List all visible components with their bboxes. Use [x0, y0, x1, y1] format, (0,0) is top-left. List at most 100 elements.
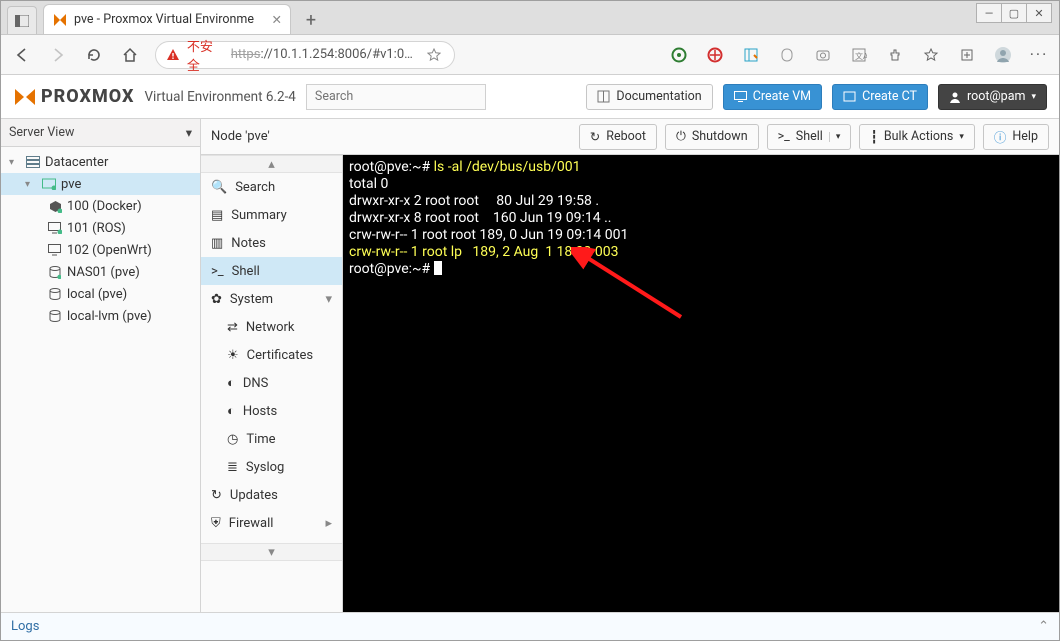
- shell-dropdown-button[interactable]: >_Shell▾: [767, 124, 852, 150]
- forward-button[interactable]: [47, 44, 69, 66]
- menu-notes[interactable]: ▥Notes: [201, 229, 342, 257]
- tree-node-pve[interactable]: ▾ pve: [1, 173, 200, 195]
- chevron-up-icon: [268, 157, 275, 172]
- profile-icon[interactable]: [993, 45, 1013, 65]
- menu-syslog[interactable]: ≣Syslog: [201, 453, 342, 481]
- ext-icon-2[interactable]: [705, 45, 725, 65]
- window-maximize-button[interactable]: ▢: [1001, 3, 1027, 23]
- search-icon: 🔍: [211, 180, 227, 195]
- shell-terminal[interactable]: root@pve:~# ls -al /dev/bus/usb/001 tota…: [343, 155, 1059, 612]
- clock-icon: ◷: [227, 432, 238, 447]
- menu-certificates[interactable]: ☀Certificates: [201, 341, 342, 369]
- globe-icon: ◐: [227, 403, 235, 419]
- bookmark-star-icon[interactable]: [424, 44, 444, 66]
- help-button[interactable]: ⓘHelp: [983, 124, 1049, 150]
- cube-icon: [47, 198, 63, 214]
- refresh-icon: ↻: [211, 488, 222, 503]
- reload-button[interactable]: [83, 44, 105, 66]
- terminal-cursor: [434, 261, 442, 275]
- back-button[interactable]: [11, 44, 33, 66]
- menu-search[interactable]: 🔍Search: [201, 173, 342, 201]
- svg-text:文A: 文A: [855, 51, 867, 61]
- menu-hosts[interactable]: ◐Hosts: [201, 397, 342, 425]
- node-menu: 🔍Search ▤Summary ▥Notes >_Shell ✿System▾…: [201, 155, 343, 612]
- resource-tree: ▾ Datacenter ▾ pve 100 (Docker): [1, 147, 200, 331]
- warning-icon: [166, 48, 179, 62]
- certificate-icon: ☀: [227, 348, 239, 363]
- documentation-button[interactable]: Documentation: [586, 84, 712, 110]
- user-icon: [949, 91, 961, 103]
- tree-storage-nas01[interactable]: NAS01 (pve): [1, 261, 200, 283]
- power-icon: ⏻: [676, 129, 686, 144]
- address-bar[interactable]: 不安全 https://10.1.1.254:8006/#v1:0:=n...: [155, 41, 455, 69]
- refresh-icon: ↻: [590, 129, 600, 145]
- monitor-icon: [47, 242, 63, 258]
- extensions-icon[interactable]: [885, 45, 905, 65]
- menu-network[interactable]: ⇄Network: [201, 313, 342, 341]
- server-icon: [41, 176, 57, 192]
- new-tab-button[interactable]: +: [297, 6, 325, 34]
- tree-storage-local[interactable]: local (pve): [1, 283, 200, 305]
- create-vm-button[interactable]: Create VM: [723, 84, 822, 110]
- task-log-bar[interactable]: Logs ⌃: [1, 612, 1059, 640]
- bulk-actions-button[interactable]: ┇Bulk Actions▾: [859, 124, 975, 150]
- app-header: PROXMOX Virtual Environment 6.2-4 Docume…: [1, 75, 1059, 119]
- gear-icon: ✿: [211, 292, 222, 307]
- network-icon: ⇄: [227, 320, 238, 335]
- menu-system[interactable]: ✿System▾: [201, 285, 342, 313]
- tree-vm-100[interactable]: 100 (Docker): [1, 195, 200, 217]
- ext-icon-4[interactable]: [777, 45, 797, 65]
- menu-dns[interactable]: ◐DNS: [201, 369, 342, 397]
- overflow-menu-icon[interactable]: ···: [1029, 45, 1049, 65]
- chevron-up-icon: ⌃: [1038, 619, 1049, 634]
- cube-icon: [843, 91, 856, 102]
- menu-time[interactable]: ◷Time: [201, 425, 342, 453]
- menu-summary[interactable]: ▤Summary: [201, 201, 342, 229]
- shutdown-button[interactable]: ⏻Shutdown: [665, 124, 759, 150]
- tab-close-icon[interactable]: ✕: [272, 12, 282, 28]
- ext-icon-5[interactable]: [813, 45, 833, 65]
- terminal-icon: >_: [211, 264, 224, 279]
- ext-icon-3[interactable]: [741, 45, 761, 65]
- home-button[interactable]: [119, 44, 141, 66]
- browser-tab-title: pve - Proxmox Virtual Environme: [74, 12, 254, 27]
- tree-vm-101[interactable]: 101 (ROS): [1, 217, 200, 239]
- node-toolbar: Node 'pve' ↻Reboot ⏻Shutdown >_Shell▾ ┇B…: [201, 119, 1059, 155]
- url-text: https://10.1.1.254:8006/#v1:0:=n...: [231, 47, 416, 62]
- node-title: Node 'pve': [211, 129, 270, 144]
- server-view-selector[interactable]: Server View: [1, 119, 200, 147]
- globe-icon: ◐: [227, 375, 235, 391]
- chevron-right-icon: ▸: [325, 516, 332, 531]
- favorites-icon[interactable]: [921, 45, 941, 65]
- browser-tab[interactable]: pve - Proxmox Virtual Environme ✕: [43, 4, 291, 34]
- book-icon: ▤: [211, 208, 223, 223]
- ext-icon-6[interactable]: 文A: [849, 45, 869, 65]
- collections-icon[interactable]: [957, 45, 977, 65]
- database-icon: [47, 308, 63, 324]
- tree-datacenter[interactable]: ▾ Datacenter: [1, 151, 200, 173]
- tabs-panel-button[interactable]: [7, 6, 37, 34]
- note-icon: ▥: [211, 236, 223, 251]
- window-close-button[interactable]: ✕: [1026, 3, 1052, 23]
- window-minimize-button[interactable]: —: [976, 3, 1002, 23]
- menu-collapse-up[interactable]: [201, 155, 342, 173]
- monitor-icon: [47, 220, 63, 236]
- menu-shell[interactable]: >_Shell: [201, 257, 342, 285]
- menu-firewall[interactable]: ⛨Firewall▸: [201, 509, 342, 537]
- global-search-input[interactable]: [306, 84, 486, 110]
- terminal-icon: >_: [778, 129, 790, 144]
- reboot-button[interactable]: ↻Reboot: [579, 124, 657, 150]
- help-icon: ⓘ: [994, 127, 1007, 146]
- menu-collapse-down[interactable]: [201, 543, 342, 561]
- browser-toolbar: 不安全 https://10.1.1.254:8006/#v1:0:=n... …: [1, 35, 1059, 75]
- user-menu-button[interactable]: root@pam ▾: [938, 84, 1047, 110]
- proxmox-favicon-icon: [52, 12, 68, 28]
- tree-vm-102[interactable]: 102 (OpenWrt): [1, 239, 200, 261]
- database-icon: [47, 264, 63, 280]
- chevron-down-icon: ▾: [325, 292, 332, 307]
- tree-storage-local-lvm[interactable]: local-lvm (pve): [1, 305, 200, 327]
- menu-updates[interactable]: ↻Updates: [201, 481, 342, 509]
- url-security-label: 不安全: [187, 36, 223, 74]
- create-ct-button[interactable]: Create CT: [832, 84, 928, 110]
- ext-icon-1[interactable]: [669, 45, 689, 65]
